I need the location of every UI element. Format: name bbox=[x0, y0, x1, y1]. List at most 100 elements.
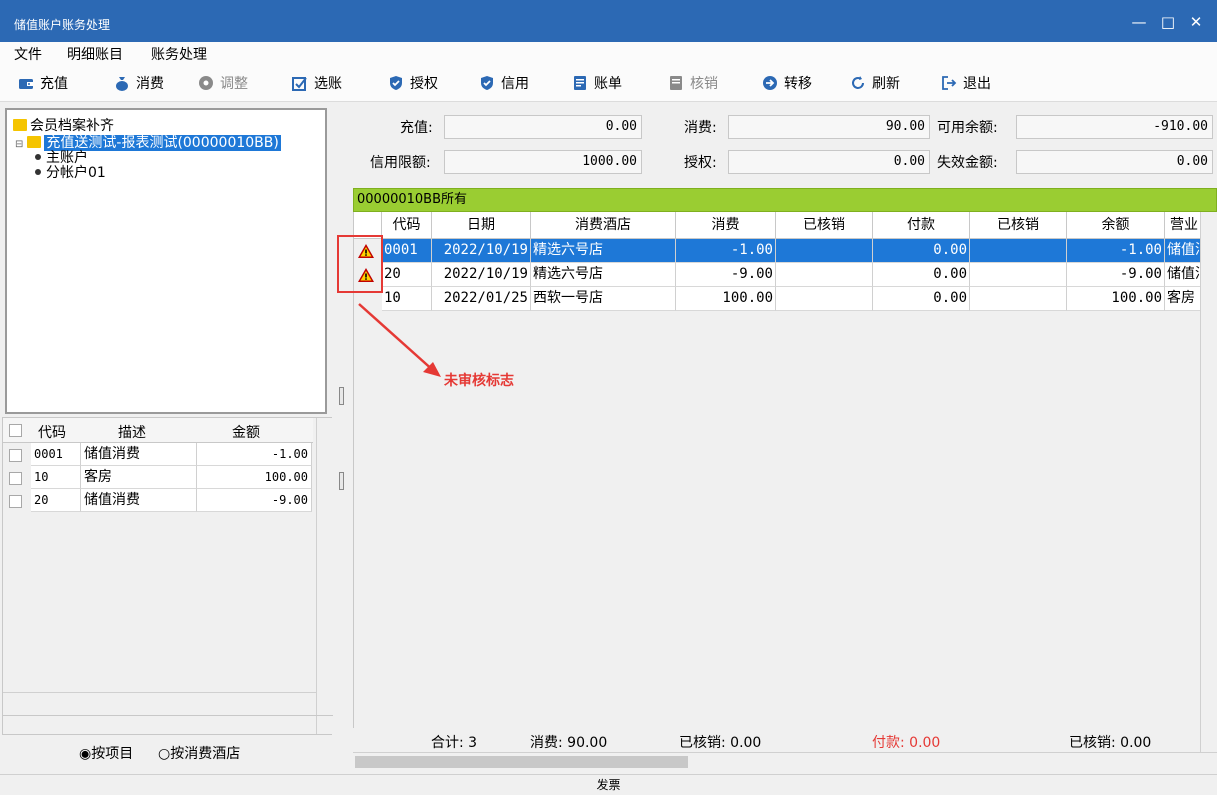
bill-label: 账单 bbox=[594, 76, 622, 92]
select-all-checkbox[interactable] bbox=[9, 424, 22, 437]
cell-consume: 100.00 bbox=[676, 287, 776, 311]
cell-payment: 0.00 bbox=[873, 239, 970, 263]
available-field-label: 可用余额: bbox=[937, 120, 998, 136]
verify-button[interactable]: 核销 bbox=[668, 73, 718, 93]
recharge-field: 0.00 bbox=[444, 115, 642, 139]
cell-verified bbox=[776, 287, 873, 311]
auth-field: 0.00 bbox=[728, 150, 930, 174]
select-account-label: 选账 bbox=[314, 76, 342, 92]
cell-verified bbox=[970, 287, 1067, 311]
radio-by-item[interactable]: ◉按项目 bbox=[79, 743, 133, 763]
cell-balance: -9.00 bbox=[1067, 263, 1165, 287]
credit-field-label: 信用限额: bbox=[370, 155, 431, 171]
menu-detail-accounts[interactable]: 明细账目 bbox=[67, 44, 123, 64]
bill-button[interactable]: 账单 bbox=[572, 73, 622, 93]
row-checkbox[interactable] bbox=[9, 495, 22, 508]
menu-bar: 文件 明细账目 账务处理 bbox=[0, 42, 1217, 64]
row-checkbox[interactable] bbox=[9, 449, 22, 462]
title-bar: 储值账户账务处理 — □ ✕ bbox=[0, 0, 1217, 46]
cell-amount: -9.00 bbox=[197, 489, 312, 512]
refresh-button[interactable]: 刷新 bbox=[850, 73, 900, 93]
grid-hscroll[interactable] bbox=[353, 752, 1217, 770]
adjust-button[interactable]: 调整 bbox=[198, 73, 248, 93]
close-button[interactable]: ✕ bbox=[1186, 12, 1206, 32]
header-date[interactable]: 日期 bbox=[432, 212, 531, 239]
cell-code: 0001 bbox=[382, 239, 432, 263]
adjust-icon bbox=[199, 76, 213, 90]
header-verified[interactable]: 已核销 bbox=[970, 212, 1067, 239]
panel-splitter[interactable] bbox=[337, 102, 351, 774]
recharge-button[interactable]: 充值 bbox=[18, 73, 68, 93]
cell-verified bbox=[776, 239, 873, 263]
bullet-icon bbox=[35, 169, 41, 175]
cell-desc: 储值消费 bbox=[81, 443, 197, 466]
window-title: 储值账户账务处理 bbox=[14, 18, 111, 32]
expired-field-label: 失效金额: bbox=[937, 155, 998, 171]
shield-check-icon bbox=[481, 76, 493, 90]
cell-consume: -9.00 bbox=[676, 263, 776, 287]
header-payment[interactable]: 付款 bbox=[873, 212, 970, 239]
toolbar: 充值 消费 调整 选账 授权 信用 账单 核销 转移 刷新 退出 bbox=[0, 64, 1217, 102]
left-grid-vscroll[interactable] bbox=[316, 418, 332, 734]
cell-verified bbox=[970, 263, 1067, 287]
maximize-button[interactable]: □ bbox=[1158, 12, 1178, 32]
consume-button[interactable]: 消费 bbox=[114, 73, 164, 93]
cell-code: 0001 bbox=[31, 443, 81, 466]
cell-code: 20 bbox=[31, 489, 81, 512]
header-balance[interactable]: 余额 bbox=[1067, 212, 1165, 239]
authorize-button[interactable]: 授权 bbox=[388, 73, 438, 93]
left-grid-hscroll[interactable] bbox=[3, 692, 316, 708]
select-account-button[interactable]: 选账 bbox=[292, 73, 342, 93]
tree-node-root[interactable]: 会员档案补齐 bbox=[13, 119, 114, 134]
money-bag-icon bbox=[116, 77, 128, 91]
header-consume[interactable]: 消费 bbox=[676, 212, 776, 239]
annotation-text: 未审核标志 bbox=[444, 373, 514, 389]
folder-icon bbox=[13, 119, 27, 131]
cell-hotel: 精选六号店 bbox=[531, 263, 676, 287]
cell-verified bbox=[970, 239, 1067, 263]
splitter-grip-icon[interactable] bbox=[339, 472, 344, 490]
hscroll-thumb[interactable] bbox=[355, 756, 688, 768]
header-code[interactable]: 代码 bbox=[382, 212, 432, 239]
menu-account-processing[interactable]: 账务处理 bbox=[151, 44, 207, 64]
splitter-grip-icon[interactable] bbox=[339, 387, 344, 405]
verify-label: 核销 bbox=[690, 76, 718, 92]
radio-by-hotel[interactable]: ○按消费酒店 bbox=[158, 743, 240, 763]
item-summary-grid: 代码 描述 金额 0001 储值消费 -1.00 10 客房 100.00 20… bbox=[2, 417, 333, 735]
footer-payment: 付款: 0.00 bbox=[872, 735, 941, 751]
header-code: 代码 bbox=[38, 425, 66, 441]
minimize-button[interactable]: — bbox=[1129, 12, 1149, 32]
cell-type: 客房 bbox=[1165, 287, 1201, 311]
cell-code: 20 bbox=[382, 263, 432, 287]
cell-code: 10 bbox=[31, 466, 81, 489]
tree-expander-icon[interactable]: ⊟ bbox=[15, 139, 23, 150]
cell-balance: 100.00 bbox=[1067, 287, 1165, 311]
grid-header: 代码 描述 金额 bbox=[3, 418, 313, 443]
cell-hotel: 精选六号店 bbox=[531, 239, 676, 263]
footer-verified: 已核销: 0.00 bbox=[679, 735, 762, 751]
cell-type: 储值消 bbox=[1165, 239, 1201, 263]
cell-balance: -1.00 bbox=[1067, 239, 1165, 263]
row-checkbox[interactable] bbox=[9, 472, 22, 485]
header-type[interactable]: 营业 bbox=[1165, 212, 1201, 239]
grid-vscroll[interactable] bbox=[1200, 212, 1217, 752]
tree-node-main-account[interactable]: 主账户 bbox=[35, 151, 88, 166]
header-verified[interactable]: 已核销 bbox=[776, 212, 873, 239]
arrow-right-icon bbox=[763, 76, 777, 90]
cell-verified bbox=[776, 263, 873, 287]
tree-node-sub-account[interactable]: 分帐户01 bbox=[35, 166, 106, 181]
header-desc: 描述 bbox=[118, 425, 146, 441]
tree-child-label: 分帐户01 bbox=[46, 165, 106, 181]
credit-button[interactable]: 信用 bbox=[479, 73, 529, 93]
authorize-label: 授权 bbox=[410, 76, 438, 92]
exit-icon bbox=[942, 76, 957, 90]
transfer-button[interactable]: 转移 bbox=[762, 73, 812, 93]
cell-date: 2022/10/19 bbox=[432, 263, 531, 287]
credit-label: 信用 bbox=[501, 76, 529, 92]
refresh-label: 刷新 bbox=[872, 76, 900, 92]
consume-field-label: 消费: bbox=[684, 120, 717, 136]
exit-button[interactable]: 退出 bbox=[941, 73, 991, 93]
menu-file[interactable]: 文件 bbox=[14, 44, 42, 64]
header-hotel[interactable]: 消费酒店 bbox=[531, 212, 676, 239]
credit-field: 1000.00 bbox=[444, 150, 642, 174]
